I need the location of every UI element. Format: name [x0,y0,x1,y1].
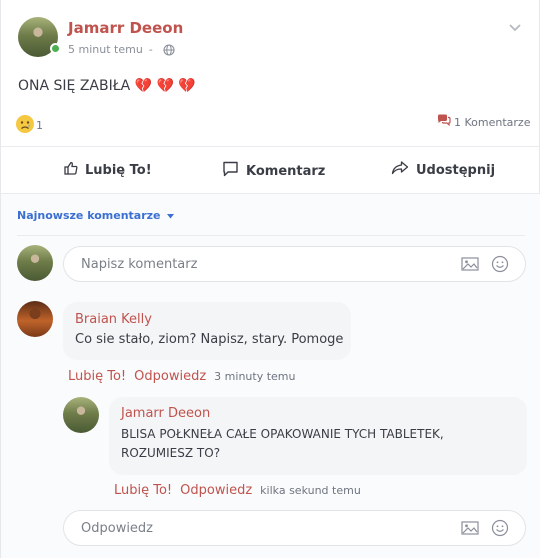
comment-actions: Lubię To! Odpowiedz 3 minuty temu [68,369,295,384]
sort-dropdown[interactable]: Najnowsze komentarze [17,209,174,222]
post-text: ONA SIĘ ZABIŁA 💔 💔 💔 [18,78,196,94]
post-author-name[interactable]: Jamarr Deeon [68,19,183,37]
comment-bubble-icon [222,161,239,181]
emoji-icon[interactable] [491,519,509,541]
reply-actions: Lubię To! Odpowiedz kilka sekund temu [114,483,361,498]
thumbs-up-icon [64,161,78,179]
commenter-avatar[interactable] [17,301,53,337]
share-button[interactable]: Udostępnij [391,161,495,179]
reply-bubble: Jamarr Deeon BLISA POŁKNEŁA CAŁE OPAKOWA… [109,397,527,475]
caret-down-icon [166,209,174,222]
comment-bubble: Braian Kelly Co sie stało, ziom? Napisz,… [63,302,351,360]
post-time[interactable]: 5 minut temu [68,43,143,56]
reply-author-avatar[interactable] [63,397,99,433]
like-label: Lubię To! [85,162,152,178]
reply-input-placeholder: Odpowiedz [81,521,154,536]
comment-text: Co sie stało, ziom? Napisz, stary. Pomog… [75,332,344,347]
reply-like-link[interactable]: Lubię To! [114,483,172,498]
comments-icon [437,114,451,130]
globe-icon[interactable] [163,43,175,56]
comments-count-text: 1 Komentarze [454,115,531,129]
chevron-down-icon[interactable] [508,22,522,37]
current-user-avatar [17,245,53,281]
comment-label: Komentarz [246,163,326,179]
sort-label: Najnowsze komentarze [17,209,161,222]
online-status-dot [50,43,61,54]
comment-time: 3 minuty temu [214,370,296,383]
emoji-icon[interactable] [491,255,509,277]
post-divider-top [1,146,540,147]
comment-button[interactable]: Komentarz [222,161,325,181]
sort-divider [17,235,525,236]
reaction-count[interactable]: 1 [36,119,43,132]
share-label: Udostępnij [416,162,496,178]
meta-separator: - [148,43,153,56]
comments-count-link[interactable]: 1 Komentarze [437,114,530,130]
comment-input-placeholder: Napisz komentarz [81,257,198,272]
post-meta: 5 minut temu - [68,43,175,56]
image-upload-icon[interactable] [461,521,479,539]
image-upload-icon[interactable] [461,257,479,275]
reply-input[interactable]: Odpowiedz [63,510,526,546]
reply-time: kilka sekund temu [260,484,361,497]
like-button[interactable]: Lubię To! [64,161,152,179]
comment-like-link[interactable]: Lubię To! [68,369,126,384]
reply-text-line2: ROZUMIESZ TO? [121,446,221,460]
comment-reply-link[interactable]: Odpowiedz [134,369,206,384]
post-card: Jamarr Deeon 5 minut temu - ONA SIĘ ZABI… [0,0,540,558]
reply-author[interactable]: Jamarr Deeon [121,406,210,421]
share-arrow-icon [391,161,409,179]
sad-reaction-icon[interactable] [15,114,35,138]
comment-input[interactable]: Napisz komentarz [63,246,526,282]
comment-author[interactable]: Braian Kelly [75,312,152,327]
reply-text-line1: BLISA POŁKNEŁA CAŁE OPAKOWANIE TYCH TABL… [121,427,444,441]
reply-reply-link[interactable]: Odpowiedz [180,483,252,498]
